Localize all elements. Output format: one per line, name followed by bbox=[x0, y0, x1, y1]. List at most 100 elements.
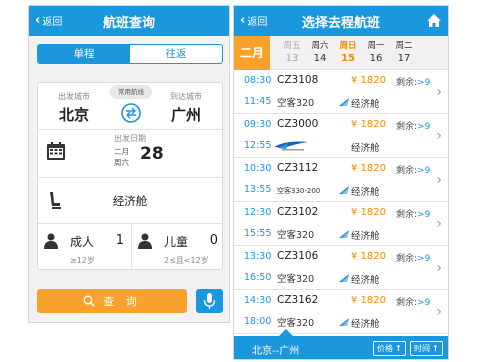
page-title: 选择去程航班 bbox=[301, 16, 380, 31]
flight-list-screen: ‹ 返回 选择去程航班 二月 周五 13 周六 14 周日 15 周一 16 周… bbox=[233, 5, 449, 360]
footer-bar: 北京--广州 价格 ↑ 时间 ↑ bbox=[234, 329, 448, 359]
day-item[interactable]: 周六 14 bbox=[306, 39, 334, 64]
price: ¥ 1820 bbox=[351, 295, 386, 306]
route-label: 北京--广州 bbox=[252, 346, 300, 357]
cabin-class: 经济舱 bbox=[351, 187, 380, 198]
tab-round-trip[interactable]: 往返 bbox=[130, 45, 222, 63]
flight-row[interactable]: 09:30 12:55 CZ3000 ¥ 1820 经济舱 剩余:>9 › bbox=[234, 114, 448, 158]
child-count: 0 bbox=[209, 233, 218, 248]
person-icon bbox=[44, 233, 58, 249]
sort-time-label: 时间 bbox=[414, 344, 430, 353]
sort-price-label: 价格 bbox=[377, 344, 393, 353]
tab-one-way[interactable]: 单程 bbox=[38, 45, 130, 63]
route-pointer bbox=[279, 329, 293, 336]
remaining-count: >9 bbox=[417, 298, 431, 308]
flight-number: CZ3000 bbox=[277, 118, 319, 130]
aircraft-type: 空客330-200 bbox=[277, 187, 321, 195]
aircraft-type: 空客320 bbox=[277, 98, 315, 109]
day-item[interactable]: 周一 16 bbox=[362, 39, 390, 64]
airline-tail-icon bbox=[339, 274, 349, 282]
adult-age: ≥12岁 bbox=[70, 256, 95, 265]
flight-number: CZ3162 bbox=[277, 294, 319, 306]
date-day: 28 bbox=[140, 144, 164, 164]
child-age: 2≤且<12岁 bbox=[164, 256, 209, 265]
flight-row[interactable]: 08:30 11:45 CZ3108 空客320 ¥ 1820 经济舱 剩余:>… bbox=[234, 70, 448, 114]
search-button[interactable]: 查 询 bbox=[37, 289, 187, 313]
day-weekday: 周六 bbox=[311, 41, 329, 51]
arrival-time: 11:45 bbox=[244, 96, 272, 107]
sort-by-time-button[interactable]: 时间 ↑ bbox=[410, 341, 443, 356]
departure-caption: 出发城市 bbox=[58, 92, 90, 101]
divider bbox=[38, 129, 222, 130]
arrival-city: 广州 bbox=[170, 106, 201, 124]
arrival-caption: 到达城市 bbox=[170, 92, 202, 101]
day-weekday: 周五 bbox=[283, 41, 301, 51]
day-date: 16 bbox=[369, 53, 383, 64]
header-bar: ‹ 返回 选择去程航班 bbox=[234, 6, 448, 36]
remaining-label: 剩余: bbox=[396, 298, 418, 308]
day-item-selected[interactable]: 周日 15 bbox=[334, 39, 362, 64]
chevron-right-icon: › bbox=[436, 172, 442, 188]
flight-number: CZ3106 bbox=[277, 250, 319, 262]
flight-row[interactable]: 13:30 16:50 CZ3106 空客320 ¥ 1820 经济舱 剩余:>… bbox=[234, 246, 448, 290]
departure-time: 14:30 bbox=[244, 295, 272, 306]
remaining-count: >9 bbox=[417, 210, 431, 220]
sort-up-icon: ↑ bbox=[395, 344, 402, 353]
search-icon bbox=[83, 295, 95, 307]
flight-row[interactable]: 12:30 15:55 CZ3102 空客320 ¥ 1820 经济舱 剩余:>… bbox=[234, 202, 448, 246]
date-caption: 出发日期 bbox=[114, 134, 146, 143]
chevron-right-icon: › bbox=[436, 128, 442, 144]
departure-city-field[interactable]: 出发城市 北京 bbox=[46, 91, 102, 125]
adult-label: 成人 bbox=[70, 235, 95, 249]
trip-type-toggle: 单程 往返 bbox=[37, 44, 223, 64]
remaining-count: >9 bbox=[417, 254, 431, 264]
day-item[interactable]: 周二 17 bbox=[390, 39, 418, 64]
divider bbox=[38, 223, 222, 224]
remaining-label: 剩余: bbox=[396, 78, 418, 88]
arrival-time: 16:50 bbox=[244, 272, 272, 283]
cabin-class: 经济舱 bbox=[351, 231, 380, 242]
departure-time: 13:30 bbox=[244, 251, 272, 262]
price: ¥ 1820 bbox=[351, 207, 386, 218]
common-routes-badge[interactable]: 常用航线 bbox=[110, 85, 152, 99]
price: ¥ 1820 bbox=[351, 119, 386, 130]
remaining-label: 剩余: bbox=[396, 210, 418, 220]
departure-date-field[interactable]: 出发日期 二月 周六 28 bbox=[114, 133, 164, 167]
day-item[interactable]: 周五 13 bbox=[278, 39, 306, 64]
flight-number: CZ3112 bbox=[277, 162, 319, 174]
remaining-count: >9 bbox=[417, 78, 431, 88]
day-date: 14 bbox=[313, 53, 327, 64]
remaining-count: >9 bbox=[417, 166, 431, 176]
adult-count: 1 bbox=[115, 233, 124, 248]
remaining-label: 剩余: bbox=[396, 122, 418, 132]
home-icon[interactable] bbox=[427, 14, 441, 27]
flight-row[interactable]: 14:30 18:00 CZ3162 空客320 ¥ 1820 经济舱 剩余:>… bbox=[234, 290, 448, 334]
cabin-class-select[interactable]: 经济舱 bbox=[38, 193, 222, 209]
seats-remaining: 剩余:>9 bbox=[396, 207, 430, 220]
cabin-class: 经济舱 bbox=[351, 143, 380, 154]
airline-tail-icon bbox=[339, 98, 349, 106]
sort-by-price-button[interactable]: 价格 ↑ bbox=[373, 341, 406, 356]
calendar-icon bbox=[47, 142, 65, 160]
remaining-label: 剩余: bbox=[396, 166, 418, 176]
chevron-right-icon: › bbox=[436, 84, 442, 100]
aircraft-type: 空客320 bbox=[277, 318, 315, 329]
flight-row[interactable]: 10:30 13:55 CZ3112 空客330-200 ¥ 1820 经济舱 … bbox=[234, 158, 448, 202]
search-form-card: 出发城市 北京 常用航线 到达城市 广州 出发日期 二月 周六 28 经济舱 成… bbox=[37, 82, 223, 270]
airline-tail-icon bbox=[339, 230, 349, 238]
swap-icon[interactable] bbox=[120, 102, 142, 124]
day-date: 15 bbox=[341, 53, 355, 64]
price: ¥ 1820 bbox=[351, 163, 386, 174]
departure-time: 08:30 bbox=[244, 75, 272, 86]
day-weekday: 周日 bbox=[339, 41, 357, 51]
remaining-count: >9 bbox=[417, 122, 431, 132]
cabin-class: 经济舱 bbox=[351, 275, 380, 286]
flight-number: CZ3102 bbox=[277, 206, 319, 218]
price: ¥ 1820 bbox=[351, 75, 386, 86]
chevron-right-icon: › bbox=[436, 304, 442, 320]
arrival-city-field[interactable]: 到达城市 广州 bbox=[158, 91, 214, 125]
header-bar: ‹ 返回 航班查询 bbox=[29, 6, 229, 36]
child-label: 儿童 bbox=[164, 235, 189, 249]
voice-search-button[interactable] bbox=[196, 289, 223, 313]
seats-remaining: 剩余:>9 bbox=[396, 251, 430, 264]
